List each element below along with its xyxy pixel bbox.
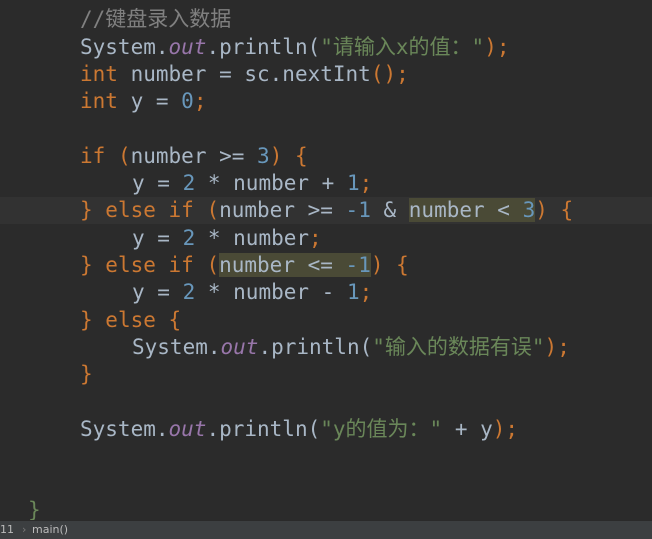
token-semi: ; (359, 280, 373, 304)
token-keyword-else-if: else if (92, 253, 207, 277)
code-line-decl-number: int number = sc.nextInt(); (0, 61, 652, 88)
token-println: .println( (206, 417, 321, 441)
token-println: .println( (258, 335, 373, 359)
token-out-field: out (220, 335, 259, 359)
token-brace: { (282, 144, 308, 168)
token-number: 2 (182, 171, 196, 195)
code-line-if: if (number >= 3) { (0, 143, 652, 170)
token-open-paren: ( (206, 253, 220, 277)
token-string: "y的值为：" (320, 417, 443, 441)
code-line-else: } else { (0, 307, 652, 334)
token-number: 0 (181, 89, 194, 113)
token-keyword-else-if: else if (92, 198, 207, 222)
token-system: System. (80, 417, 169, 441)
token-text: y = (132, 280, 183, 304)
token-highlighted-condition: number < (408, 198, 523, 222)
token-condition: number >= (219, 198, 346, 222)
token-keyword-if: if (80, 144, 106, 168)
breadcrumb-item-main[interactable]: main() (32, 521, 68, 538)
token-close-paren: ) (269, 144, 283, 168)
token-close: ); (492, 417, 519, 441)
token-close: ); (544, 335, 570, 359)
token-method-close-brace: } (28, 498, 41, 520)
token-semi: ; (309, 226, 322, 250)
token-parens: () (370, 62, 397, 86)
breadcrumb-bar: 11 › main() (0, 520, 652, 539)
token-brace: { (547, 198, 574, 222)
token-semi: ; (359, 171, 373, 195)
token-text: number = sc.nextInt (117, 62, 371, 86)
code-line-elseif-1: } else if (number >= -1 & number < 3) { (0, 197, 652, 224)
token-brace: { (168, 308, 182, 332)
token-text: * number - (195, 280, 347, 304)
token-text: y = (132, 171, 183, 195)
token-close-brace: } (80, 198, 93, 222)
token-system: System. (132, 335, 221, 359)
code-line-close-brace: } (0, 361, 652, 388)
token-highlighted-condition: number <= (219, 253, 346, 277)
token-out-field: out (168, 35, 207, 59)
token-keyword: int (80, 89, 118, 113)
code-line-assign-1: y = 2 * number + 1; (0, 170, 652, 197)
token-number: -1 (345, 198, 371, 222)
token-open-paren: ( (206, 198, 220, 222)
code-line-method-close: } (0, 497, 652, 520)
token-close-brace: } (80, 253, 93, 277)
token-string: "请输入x的值：" (320, 35, 485, 59)
code-line-assign-3: y = 2 * number - 1; (0, 279, 652, 306)
token-keyword: int (80, 62, 118, 86)
token-operator: & (370, 198, 409, 222)
code-line-assign-2: y = 2 * number; (0, 225, 652, 252)
token-println: .println( (206, 35, 321, 59)
token-text: * number (195, 226, 310, 250)
token-number: -1 (345, 253, 371, 277)
code-line-println-result: System.out.println("y的值为：" + y); (0, 416, 652, 443)
token-system: System. (80, 35, 169, 59)
token-string: "输入的数据有误" (372, 335, 545, 359)
token-text: y = (117, 89, 182, 113)
token-number: 2 (182, 226, 196, 250)
code-line-elseif-2: } else if (number <= -1) { (0, 252, 652, 279)
code-line-decl-y: int y = 0; (0, 88, 652, 115)
token-open-paren: ( (117, 144, 131, 168)
token-number: 2 (182, 280, 196, 304)
code-editor[interactable]: //键盘录入数据 System.out.println("请输入x的值："); … (0, 0, 652, 520)
comment-text: //键盘录入数据 (80, 7, 232, 31)
code-line-println-error: System.out.println("输入的数据有误"); (0, 334, 652, 361)
token-keyword-else: else (92, 308, 169, 332)
token-number: 1 (346, 171, 360, 195)
token-close-brace: } (80, 362, 93, 386)
line-number: 11 (0, 523, 14, 536)
token-close-brace: } (80, 308, 93, 332)
token-close-paren: ) (370, 253, 384, 277)
code-line-println-prompt: System.out.println("请输入x的值："); (0, 34, 652, 61)
token-close-paren: ) (535, 198, 548, 222)
token-semi: ; (396, 62, 409, 86)
token-text: + y (442, 417, 493, 441)
token-number: 1 (346, 280, 360, 304)
token-text: y = (132, 226, 183, 250)
code-line-comment: //键盘录入数据 (0, 6, 652, 33)
breadcrumb-separator-icon: › (22, 523, 27, 536)
token-out-field: out (168, 417, 207, 441)
token-condition: number >= (130, 144, 258, 168)
token-text: * number + (195, 171, 347, 195)
token-number: 3 (257, 144, 270, 168)
token-close: ); (484, 35, 510, 59)
token-number: 3 (522, 198, 536, 222)
token-semi: ; (193, 89, 207, 113)
token-brace: { (383, 253, 409, 277)
